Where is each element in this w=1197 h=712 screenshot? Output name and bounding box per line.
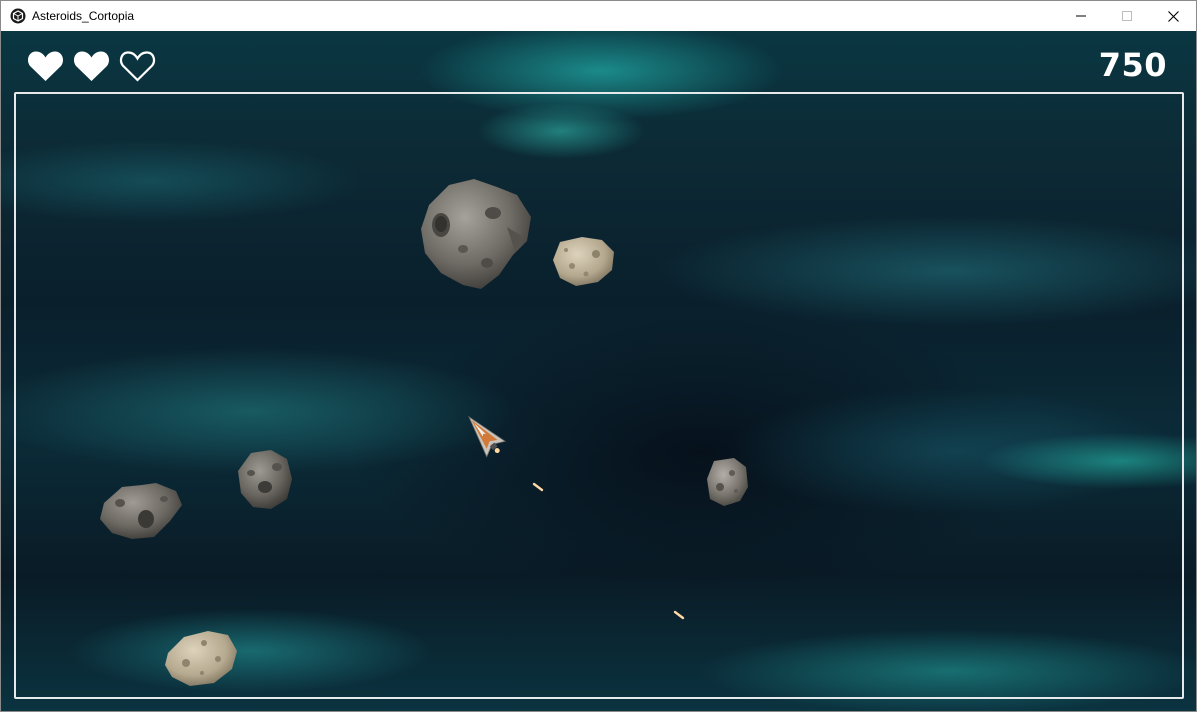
laser-bullet bbox=[532, 482, 544, 492]
small-gray-asteroid bbox=[706, 457, 748, 507]
laser-bullet bbox=[673, 610, 685, 620]
close-button[interactable] bbox=[1150, 1, 1196, 31]
playfield-border bbox=[14, 92, 1184, 699]
game-canvas[interactable]: 750 bbox=[1, 31, 1196, 711]
small-tan-asteroid bbox=[552, 236, 616, 288]
game-window: Asteroids_Cortopia 750 bbox=[0, 0, 1197, 712]
window-title: Asteroids_Cortopia bbox=[32, 9, 135, 23]
lives-display bbox=[27, 50, 156, 82]
small-gray-asteroid bbox=[98, 481, 184, 541]
minimize-icon bbox=[1076, 11, 1086, 21]
unity-cube-icon bbox=[10, 8, 26, 24]
player-spaceship bbox=[457, 409, 513, 463]
score-counter: 750 bbox=[1098, 46, 1167, 84]
title-bar[interactable]: Asteroids_Cortopia bbox=[1, 1, 1196, 31]
minimize-button[interactable] bbox=[1058, 1, 1104, 31]
small-tan-asteroid bbox=[164, 629, 238, 687]
maximize-button[interactable] bbox=[1104, 1, 1150, 31]
heart-full-icon bbox=[27, 50, 64, 82]
medium-gray-asteroid bbox=[237, 449, 293, 511]
heart-empty-icon bbox=[119, 50, 156, 82]
close-icon bbox=[1167, 10, 1179, 22]
maximize-icon bbox=[1122, 11, 1132, 21]
heart-full-icon bbox=[73, 50, 110, 82]
large-gray-asteroid bbox=[419, 177, 534, 295]
